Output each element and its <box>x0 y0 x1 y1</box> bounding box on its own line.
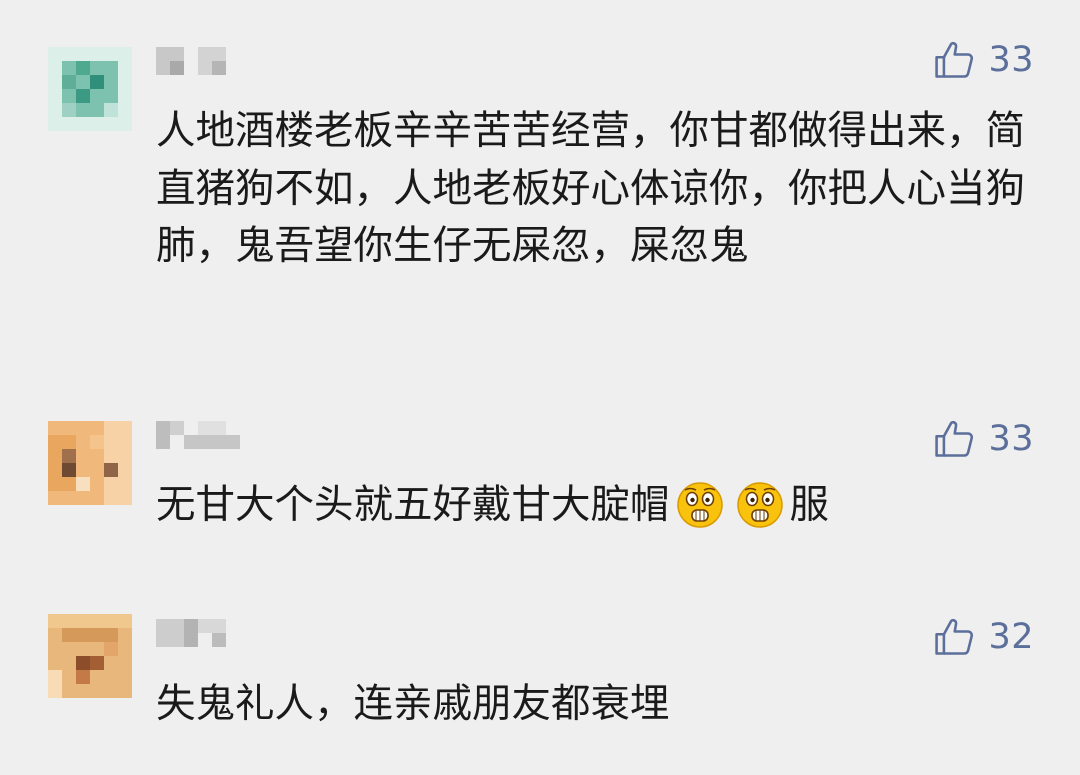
like-count: 33 <box>988 419 1034 459</box>
thumbs-up-icon <box>935 618 974 655</box>
thumbs-up-icon <box>935 420 974 457</box>
comment-author[interactable] <box>156 617 240 653</box>
comment-author[interactable] <box>156 45 240 81</box>
avatar[interactable] <box>48 421 132 505</box>
comment-text: 失鬼礼人，连亲戚朋友都衰埋 <box>156 681 670 727</box>
comment-author[interactable] <box>156 419 240 455</box>
scared-face-emoji <box>736 482 783 528</box>
comment-text-part: 服 <box>789 482 830 528</box>
avatar[interactable] <box>48 614 132 698</box>
like-button[interactable]: 33 <box>932 37 1034 83</box>
comment-text-part: 无甘大个头就五好戴甘大腚帽 <box>156 482 670 528</box>
comment-list: 33 人地酒楼老板辛辛苦苦经营，你甘都做得出来，简直猪狗不如，人地老板好心体谅你… <box>0 0 1080 775</box>
like-button[interactable]: 33 <box>932 416 1034 462</box>
like-count: 33 <box>988 40 1034 80</box>
like-count: 32 <box>988 617 1034 657</box>
avatar[interactable] <box>48 47 132 131</box>
comment-text: 人地酒楼老板辛辛苦苦经营，你甘都做得出来，简直猪狗不如，人地老板好心体谅你，你把… <box>156 108 1025 269</box>
scared-face-emoji <box>676 482 723 528</box>
like-button[interactable]: 32 <box>932 614 1034 660</box>
thumbs-up-icon <box>935 41 974 78</box>
comment-text: 无甘大个头就五好戴甘大腚帽 服 <box>156 477 1036 535</box>
